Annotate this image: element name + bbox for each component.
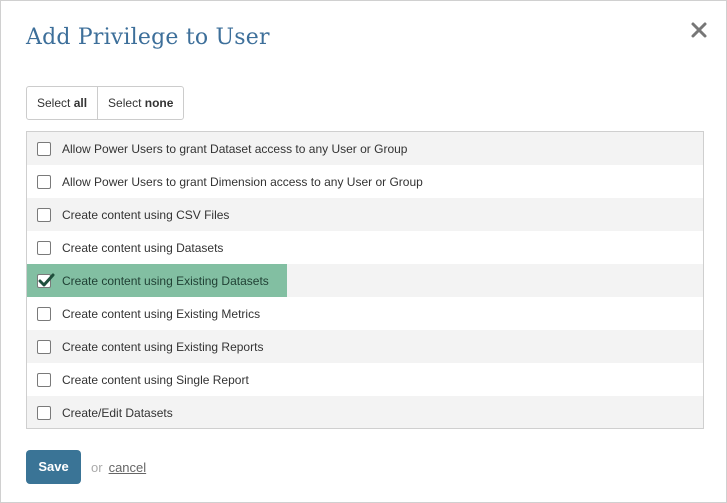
privilege-row[interactable]: Allow Power Users to grant Dataset acces… [27,132,703,165]
privilege-list: Allow Power Users to grant Dataset acces… [26,131,704,429]
select-all-label: all [73,96,88,110]
dialog-title: Add Privilege to User [26,25,270,50]
cancel-link[interactable]: cancel [109,460,147,475]
checkbox-checked[interactable] [37,273,55,288]
privilege-label: Create content using Existing Metrics [62,306,261,321]
privilege-label: Create content using CSV Files [62,207,230,222]
privilege-row[interactable]: Create/Edit Datasets [27,396,703,428]
privilege-label: Create content using Existing Datasets [62,273,269,288]
select-all-prefix: Select [37,96,71,110]
select-none-prefix: Select [108,96,142,110]
privilege-row[interactable]: Create content using Existing Reports [27,330,703,363]
privilege-label: Create/Edit Datasets [62,405,173,420]
privilege-label: Allow Power Users to grant Dataset acces… [62,141,408,156]
select-none-label: none [144,96,174,110]
dialog-footer: Save or cancel [26,450,146,484]
select-none-button[interactable]: Select none [97,87,183,119]
privilege-label: Create content using Single Report [62,372,249,387]
checkbox[interactable] [37,207,51,222]
checkbox[interactable] [37,405,51,420]
checkbox[interactable] [37,240,51,255]
privilege-row[interactable]: Create content using CSV Files [27,198,703,231]
privilege-row[interactable]: Create content using Existing Metrics [27,297,703,330]
checkbox[interactable] [37,141,51,156]
or-text: or [91,459,103,475]
add-privilege-dialog: Add Privilege to User Select all Select … [0,0,727,503]
checkbox[interactable] [37,339,51,354]
privilege-label: Create content using Existing Reports [62,339,264,354]
privilege-label: Create content using Datasets [62,240,224,255]
close-icon[interactable] [689,20,709,40]
privilege-row[interactable]: Create content using Existing Datasets [27,264,703,297]
privilege-label: Allow Power Users to grant Dimension acc… [62,174,423,189]
checkbox[interactable] [37,174,51,189]
privilege-row[interactable]: Create content using Single Report [27,363,703,396]
checkbox[interactable] [37,306,51,321]
selection-button-group: Select all Select none [26,86,185,120]
checkmark-icon [38,273,55,286]
privilege-row[interactable]: Allow Power Users to grant Dimension acc… [27,165,703,198]
privilege-row[interactable]: Create content using Datasets [27,231,703,264]
checkbox[interactable] [37,372,51,387]
select-all-button[interactable]: Select all [27,87,97,119]
save-button[interactable]: Save [26,450,81,484]
